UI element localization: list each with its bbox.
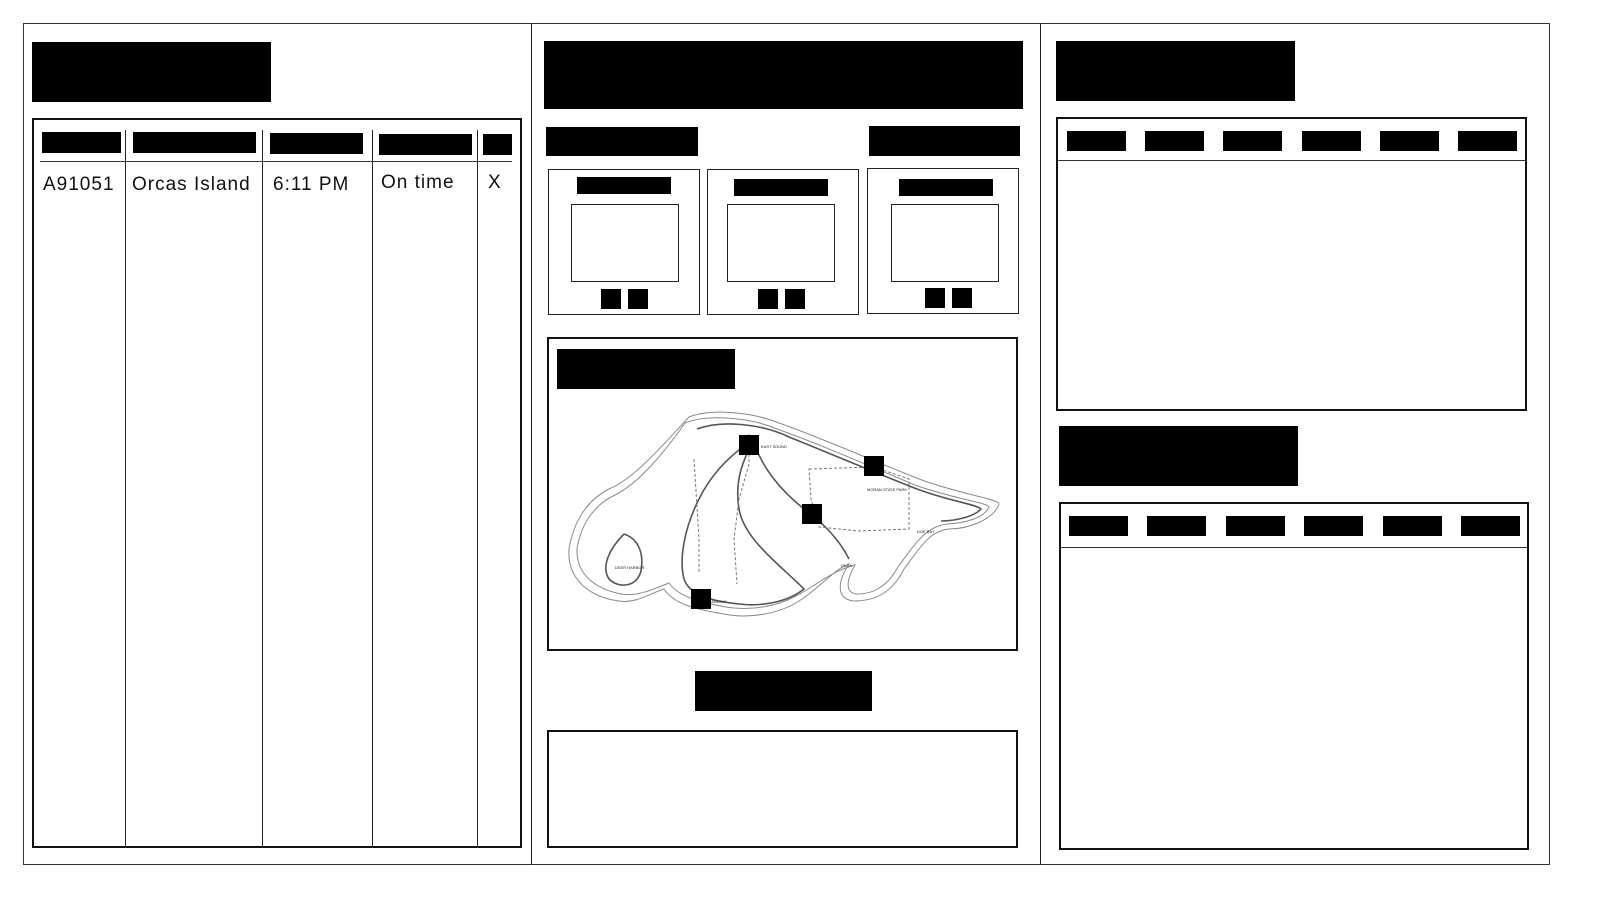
map-marker[interactable]: [864, 456, 884, 476]
card-action-button[interactable]: [601, 289, 621, 309]
column-header-destination-redacted[interactable]: [133, 132, 256, 153]
table-header-divider: [1058, 160, 1525, 161]
map-label-doe-bay: DOE BAY: [917, 529, 935, 534]
right-panel-subtitle-redacted: [1059, 426, 1298, 486]
column-divider: [477, 130, 478, 848]
table-header-divider: [1061, 547, 1527, 548]
map-label-olga: OLGA: [841, 563, 852, 568]
card: [548, 169, 700, 315]
row-id: A91051: [43, 174, 115, 195]
column-divider: [372, 130, 373, 848]
column-header-action-redacted[interactable]: [483, 134, 512, 155]
card-title-redacted: [734, 179, 828, 196]
map-label-landing: LANDING: [709, 599, 727, 604]
column-divider: [125, 130, 126, 848]
middle-panel-title-redacted: [544, 41, 1023, 109]
column-header-id-redacted[interactable]: [42, 132, 121, 153]
notes-box[interactable]: [547, 730, 1018, 848]
subheading-right-redacted[interactable]: [869, 126, 1020, 156]
card-action-button[interactable]: [925, 288, 945, 308]
column-header-redacted[interactable]: [1458, 131, 1517, 151]
card: [867, 168, 1019, 314]
column-header-redacted[interactable]: [1147, 516, 1206, 536]
column-divider: [262, 130, 263, 848]
row-destination: Orcas Island: [132, 174, 251, 195]
island-map[interactable]: EAST SOUND MORAN STATE PARK DOE BAY OLGA…: [549, 339, 1016, 649]
departures-table: A91051 Orcas Island 6:11 PM On time X: [32, 118, 522, 848]
right-table-bottom: [1059, 502, 1529, 850]
right-panel-title-redacted: [1056, 41, 1295, 101]
column-header-redacted[interactable]: [1226, 516, 1285, 536]
card-image-placeholder: [891, 204, 999, 282]
left-panel-title-redacted: [32, 42, 271, 102]
card-action-button[interactable]: [785, 289, 805, 309]
map-label-deer-harbor: DEER HARBOR: [615, 565, 644, 570]
column-header-time-redacted[interactable]: [270, 133, 363, 154]
card-action-button[interactable]: [758, 289, 778, 309]
column-header-status-redacted[interactable]: [379, 134, 472, 155]
card-action-button[interactable]: [628, 289, 648, 309]
right-table-top: [1056, 117, 1527, 411]
row-status: On time: [381, 172, 455, 193]
map-marker[interactable]: [739, 435, 759, 455]
column-divider-right: [1040, 23, 1041, 865]
column-header-redacted[interactable]: [1383, 516, 1442, 536]
column-header-redacted[interactable]: [1067, 131, 1126, 151]
table-header-divider: [40, 161, 512, 162]
map-marker[interactable]: [802, 504, 822, 524]
map-marker[interactable]: [691, 589, 711, 609]
card-image-placeholder: [727, 204, 835, 282]
map-label-moran-state-park: MORAN STATE PARK: [867, 487, 907, 492]
card: [707, 169, 859, 315]
map-panel: EAST SOUND MORAN STATE PARK DOE BAY OLGA…: [547, 337, 1018, 651]
column-header-redacted[interactable]: [1380, 131, 1439, 151]
row-remove-button[interactable]: X: [488, 172, 502, 194]
column-header-redacted[interactable]: [1302, 131, 1361, 151]
map-label-eastsound: EAST SOUND: [761, 444, 787, 449]
column-header-redacted[interactable]: [1304, 516, 1363, 536]
subheading-left-redacted: [546, 127, 698, 156]
card-title-redacted: [899, 179, 993, 196]
column-header-redacted[interactable]: [1223, 131, 1282, 151]
card-image-placeholder: [571, 204, 679, 282]
card-title-redacted: [577, 177, 671, 194]
card-action-button[interactable]: [952, 288, 972, 308]
column-header-redacted[interactable]: [1145, 131, 1204, 151]
middle-button-redacted[interactable]: [695, 671, 872, 711]
column-header-redacted[interactable]: [1461, 516, 1520, 536]
row-time: 6:11 PM: [273, 174, 350, 195]
column-divider-left: [531, 23, 532, 865]
column-header-redacted[interactable]: [1069, 516, 1128, 536]
